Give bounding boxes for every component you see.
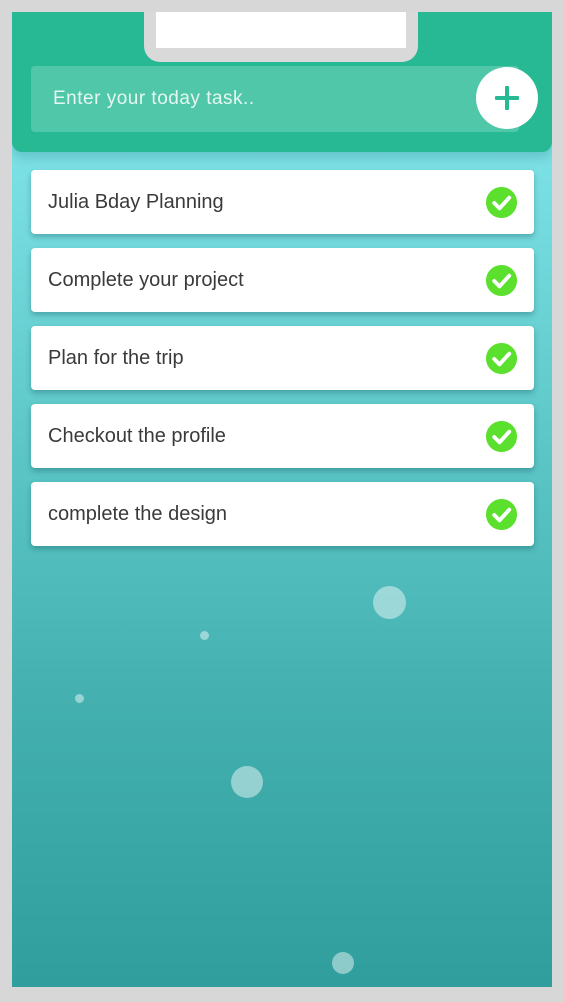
task-label: complete the design: [48, 502, 228, 525]
task-label: Complete your project: [48, 268, 244, 291]
task-item: Complete your project: [31, 248, 534, 312]
check-circle-icon[interactable]: [485, 342, 518, 375]
check-circle-icon[interactable]: [485, 186, 518, 219]
decorative-bubble: [373, 586, 406, 619]
task-input[interactable]: [31, 66, 519, 132]
check-circle-icon[interactable]: [485, 498, 518, 531]
add-task-button[interactable]: [476, 67, 538, 129]
decorative-bubble: [200, 631, 209, 640]
check-circle-icon[interactable]: [485, 264, 518, 297]
task-list: Julia Bday Planning Complete your projec…: [31, 170, 534, 560]
decorative-bubble: [332, 952, 354, 974]
phone-notch: [144, 12, 418, 62]
task-item: Checkout the profile: [31, 404, 534, 468]
task-item: Plan for the trip: [31, 326, 534, 390]
task-item: complete the design: [31, 482, 534, 546]
notch-screen: [156, 12, 406, 48]
decorative-bubble: [75, 694, 84, 703]
check-circle-icon[interactable]: [485, 420, 518, 453]
plus-icon: [495, 86, 519, 110]
task-item: Julia Bday Planning: [31, 170, 534, 234]
decorative-bubble: [231, 766, 263, 798]
task-label: Plan for the trip: [48, 346, 184, 369]
task-label: Julia Bday Planning: [48, 190, 224, 213]
phone-frame: Julia Bday Planning Complete your projec…: [12, 12, 552, 987]
task-label: Checkout the profile: [48, 424, 226, 447]
